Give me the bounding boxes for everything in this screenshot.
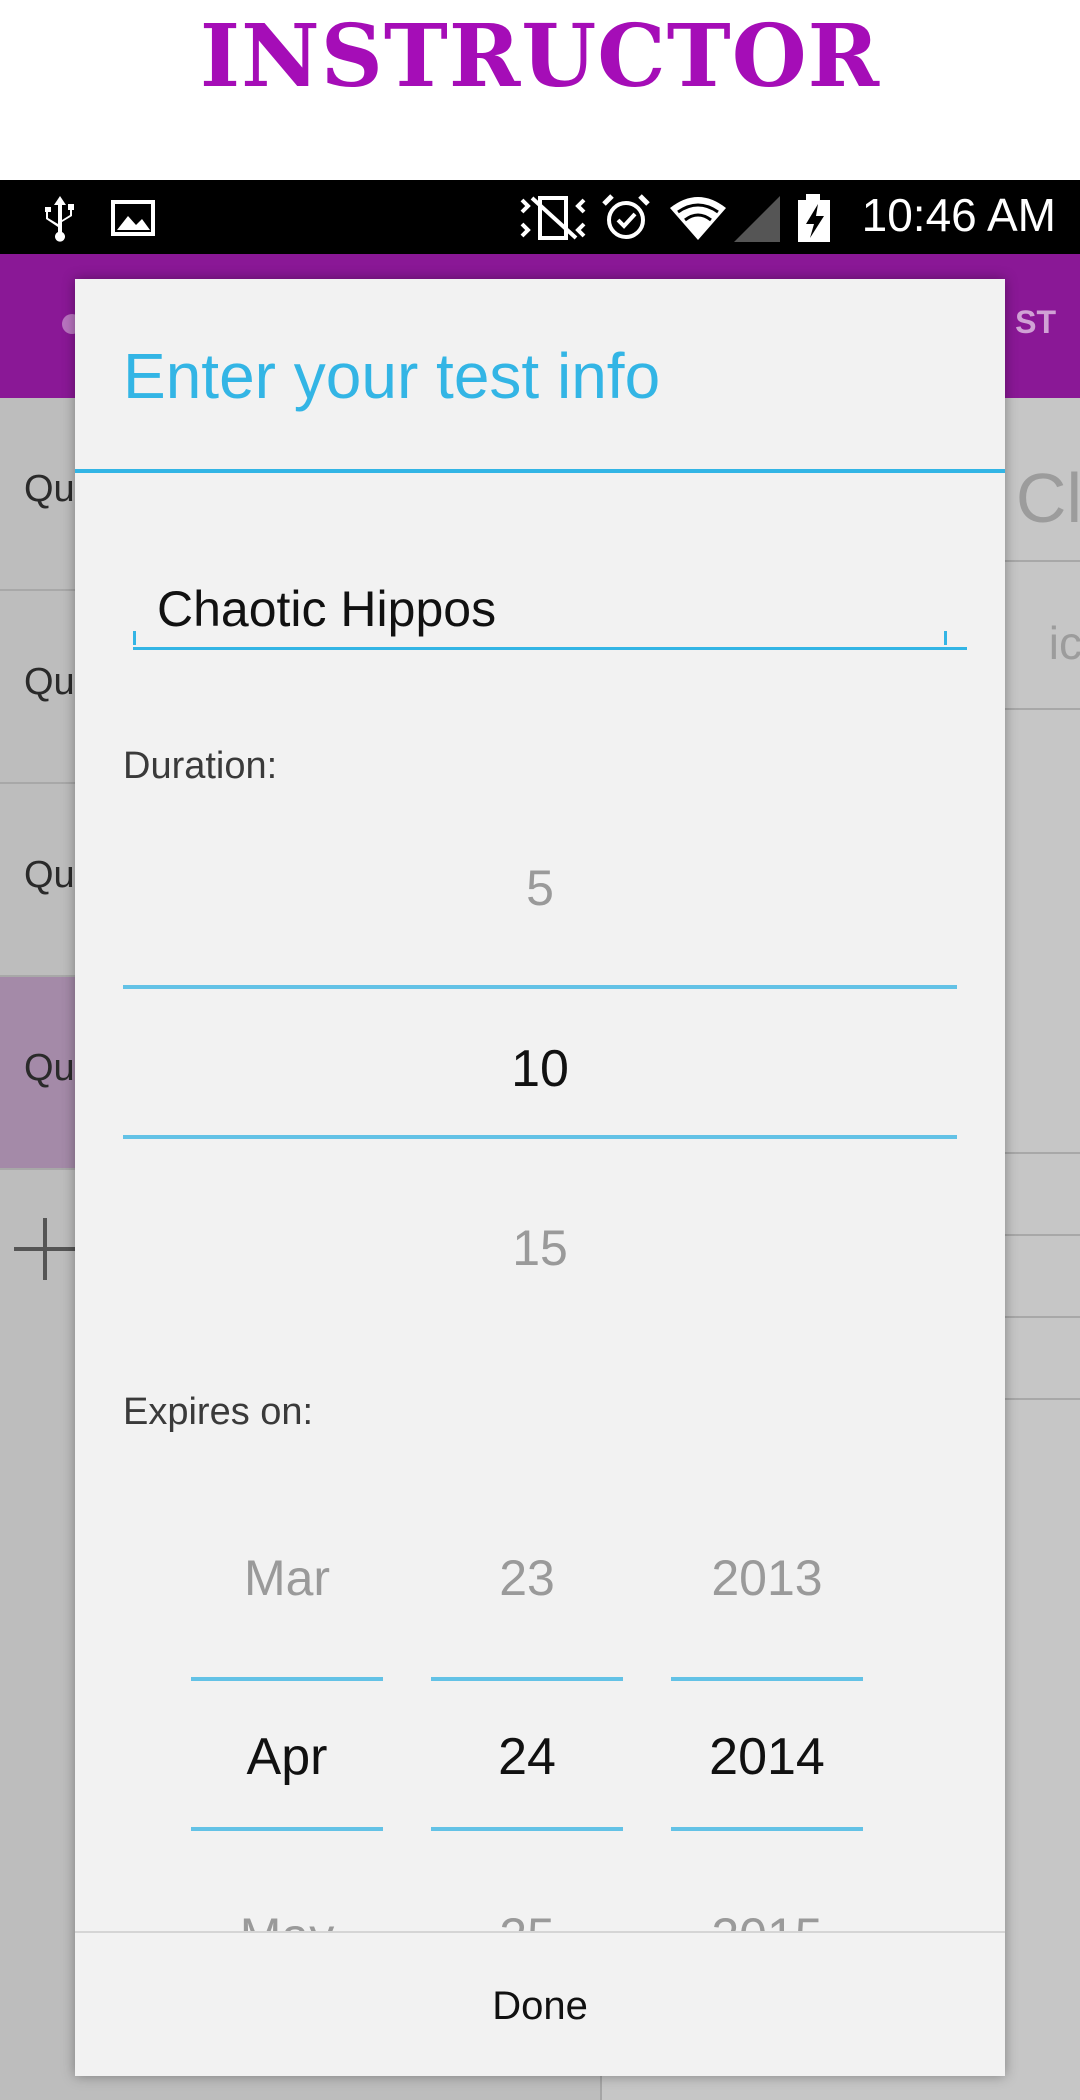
month-selected[interactable]: Apr	[191, 1727, 383, 1787]
alarm-icon	[602, 194, 650, 239]
title-divider	[75, 469, 1005, 473]
picker-divider	[191, 1827, 383, 1831]
add-icon[interactable]	[10, 1214, 80, 1284]
dialog-title: Enter your test info	[123, 340, 661, 412]
dialog-button-bar: Done	[75, 1931, 1005, 2076]
picker-divider	[671, 1677, 863, 1681]
detail-field: ic	[1048, 617, 1080, 669]
done-button[interactable]: Done	[75, 1933, 1005, 2076]
duration-selected[interactable]: 10	[123, 1039, 957, 1099]
list-item-label: Qu	[24, 854, 75, 896]
list-item-label: Qu	[24, 468, 75, 510]
picker-divider	[671, 1827, 863, 1831]
expires-label: Expires on:	[123, 1391, 314, 1433]
picker-divider	[123, 1135, 957, 1139]
banner-title: INSTRUCTOR	[199, 6, 881, 107]
status-time: 10:46 AM	[861, 189, 1056, 241]
battery-charging-icon	[798, 194, 830, 242]
duration-prev[interactable]: 5	[123, 859, 957, 917]
picker-divider	[123, 985, 957, 989]
picker-divider	[191, 1677, 383, 1681]
instructor-banner: INSTRUCTOR	[0, 0, 1080, 180]
day-selected[interactable]: 24	[431, 1727, 623, 1787]
usb-icon	[45, 196, 74, 242]
image-icon	[111, 200, 155, 236]
input-underline	[133, 631, 947, 645]
status-bar: 10:46 AM	[0, 180, 1080, 254]
detail-heading: Cl	[1015, 459, 1080, 537]
year-prev[interactable]: 2013	[671, 1549, 863, 1607]
signal-icon	[734, 196, 780, 242]
test-info-dialog: Enter your test info Duration: 5 10 15 E…	[75, 279, 1005, 2076]
duration-label: Duration:	[123, 745, 278, 787]
month-prev[interactable]: Mar	[191, 1549, 383, 1607]
action-bar-action[interactable]: ST	[1015, 304, 1056, 341]
vibrate-icon	[520, 196, 586, 240]
picker-divider	[431, 1827, 623, 1831]
picker-divider	[431, 1677, 623, 1681]
wifi-icon	[670, 197, 726, 240]
duration-next[interactable]: 15	[123, 1219, 957, 1277]
list-item-label: Qu	[24, 661, 75, 703]
list-item-label: Qu	[24, 1047, 75, 1089]
day-prev[interactable]: 23	[431, 1549, 623, 1607]
year-selected[interactable]: 2014	[671, 1727, 863, 1787]
